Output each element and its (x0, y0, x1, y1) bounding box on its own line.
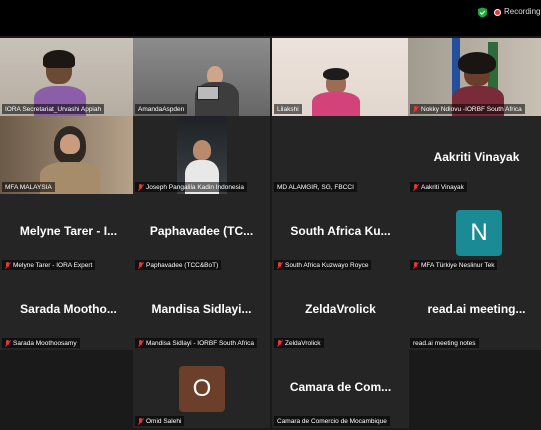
participant-name-label: Paphavadee (TCC&BoT) (135, 260, 222, 270)
participant-display-name: Aakriti Vinayak (433, 150, 520, 164)
participant-name-label: Omid Salehi (135, 416, 185, 426)
participant-tile[interactable]: Paphavadee (TC... Paphavadee (TCC&BoT) (133, 194, 270, 272)
participant-tile[interactable]: O Omid Salehi (133, 350, 270, 428)
participant-display-name: Camara de Com... (289, 380, 392, 394)
participant-display-name: Melyne Tarer - I... (19, 224, 118, 238)
mic-muted-icon (138, 261, 143, 269)
participant-display-name: Sarada Mootho... (20, 302, 117, 316)
participant-display-name: read.ai meeting... (427, 302, 526, 316)
mic-muted-icon (138, 339, 143, 347)
top-bar: Recording... (0, 0, 541, 36)
participant-display-name: Paphavadee (TC... (149, 224, 254, 238)
mic-muted-icon (138, 417, 143, 425)
participant-tile[interactable]: Aakriti Vinayak Aakriti Vinayak (408, 116, 541, 194)
participant-name-label: Camara de Comercio de Mocambique (274, 416, 390, 426)
participant-name-label: MFA Türkiye Neslinur Tek (410, 260, 498, 270)
participant-tile[interactable]: Joseph Pangalila Kadin Indonesia (133, 116, 270, 194)
mic-muted-icon (277, 339, 282, 347)
participant-name-label: read.ai meeting notes (410, 338, 479, 348)
recording-label[interactable]: Recording... (504, 7, 541, 16)
mic-muted-icon (413, 105, 418, 113)
mic-muted-icon (5, 339, 10, 347)
participant-tile[interactable]: Nokky Ndlovu -IORBF South Africa (408, 38, 541, 116)
shield-check-icon (477, 7, 488, 18)
participant-name-label: Aakriti Vinayak (410, 182, 467, 192)
mic-muted-icon (5, 261, 10, 269)
participant-tile[interactable]: read.ai meeting... read.ai meeting notes (408, 272, 541, 350)
participant-tile-active-speaker[interactable]: AmandaAspden (133, 38, 270, 116)
participant-name-label: Joseph Pangalila Kadin Indonesia (135, 182, 247, 192)
participant-tile[interactable]: N MFA Türkiye Neslinur Tek (408, 194, 541, 272)
participant-tile[interactable]: ZeldaVrolick ZeldaVrolick (272, 272, 409, 350)
participant-name-label: IORA Secretariat_Urvashi Appiah (2, 104, 105, 114)
mic-muted-icon (138, 183, 143, 191)
participant-tile[interactable]: Melyne Tarer - I... Melyne Tarer - IORA … (0, 194, 137, 272)
participant-display-name: South Africa Ku... (290, 224, 391, 238)
participant-tile[interactable]: MFA MALAYSIA (0, 116, 137, 194)
mic-muted-icon (413, 183, 418, 191)
recording-indicator-icon (494, 9, 501, 16)
participant-name-label: MFA MALAYSIA (2, 182, 55, 192)
participant-display-name: Mandisa Sidlayi... (151, 302, 252, 316)
video-gallery: IORA Secretariat_Urvashi Appiah AmandaAs… (0, 36, 541, 430)
participant-tile[interactable]: MD ALAMGIR, SG, FBCCI (272, 116, 409, 194)
participant-tile[interactable]: Sarada Mootho... Sarada Moothoosamy (0, 272, 137, 350)
mic-muted-icon (277, 261, 282, 269)
participant-name-label: Sarada Moothoosamy (2, 338, 80, 348)
participant-name-label: Melyne Tarer - IORA Expert (2, 260, 96, 270)
participant-tile[interactable]: IORA Secretariat_Urvashi Appiah (0, 38, 137, 116)
participant-name-label: ZeldaVrolick (274, 338, 324, 348)
participant-tile[interactable]: Mandisa Sidlayi... Mandisa Sidlayi - IOR… (133, 272, 270, 350)
participant-tile[interactable]: Lilakshi (272, 38, 409, 116)
participant-avatar: O (179, 366, 225, 412)
participant-name-label: South Africa Kuzwayo Royce (274, 260, 372, 270)
mic-muted-icon (413, 261, 418, 269)
participant-name-label: Nokky Ndlovu -IORBF South Africa (410, 104, 525, 114)
participant-name-label: Mandisa Sidlayi - IORBF South Africa (135, 338, 258, 348)
participant-name-label: Lilakshi (274, 104, 302, 114)
participant-name-label: MD ALAMGIR, SG, FBCCI (274, 182, 357, 192)
participant-tile[interactable]: Camara de Com... Camara de Comercio de M… (272, 350, 409, 428)
participant-avatar: N (456, 210, 502, 256)
participant-display-name: ZeldaVrolick (305, 302, 376, 316)
participant-tile[interactable]: South Africa Ku... South Africa Kuzwayo … (272, 194, 409, 272)
participant-name-label: AmandaAspden (135, 104, 188, 114)
